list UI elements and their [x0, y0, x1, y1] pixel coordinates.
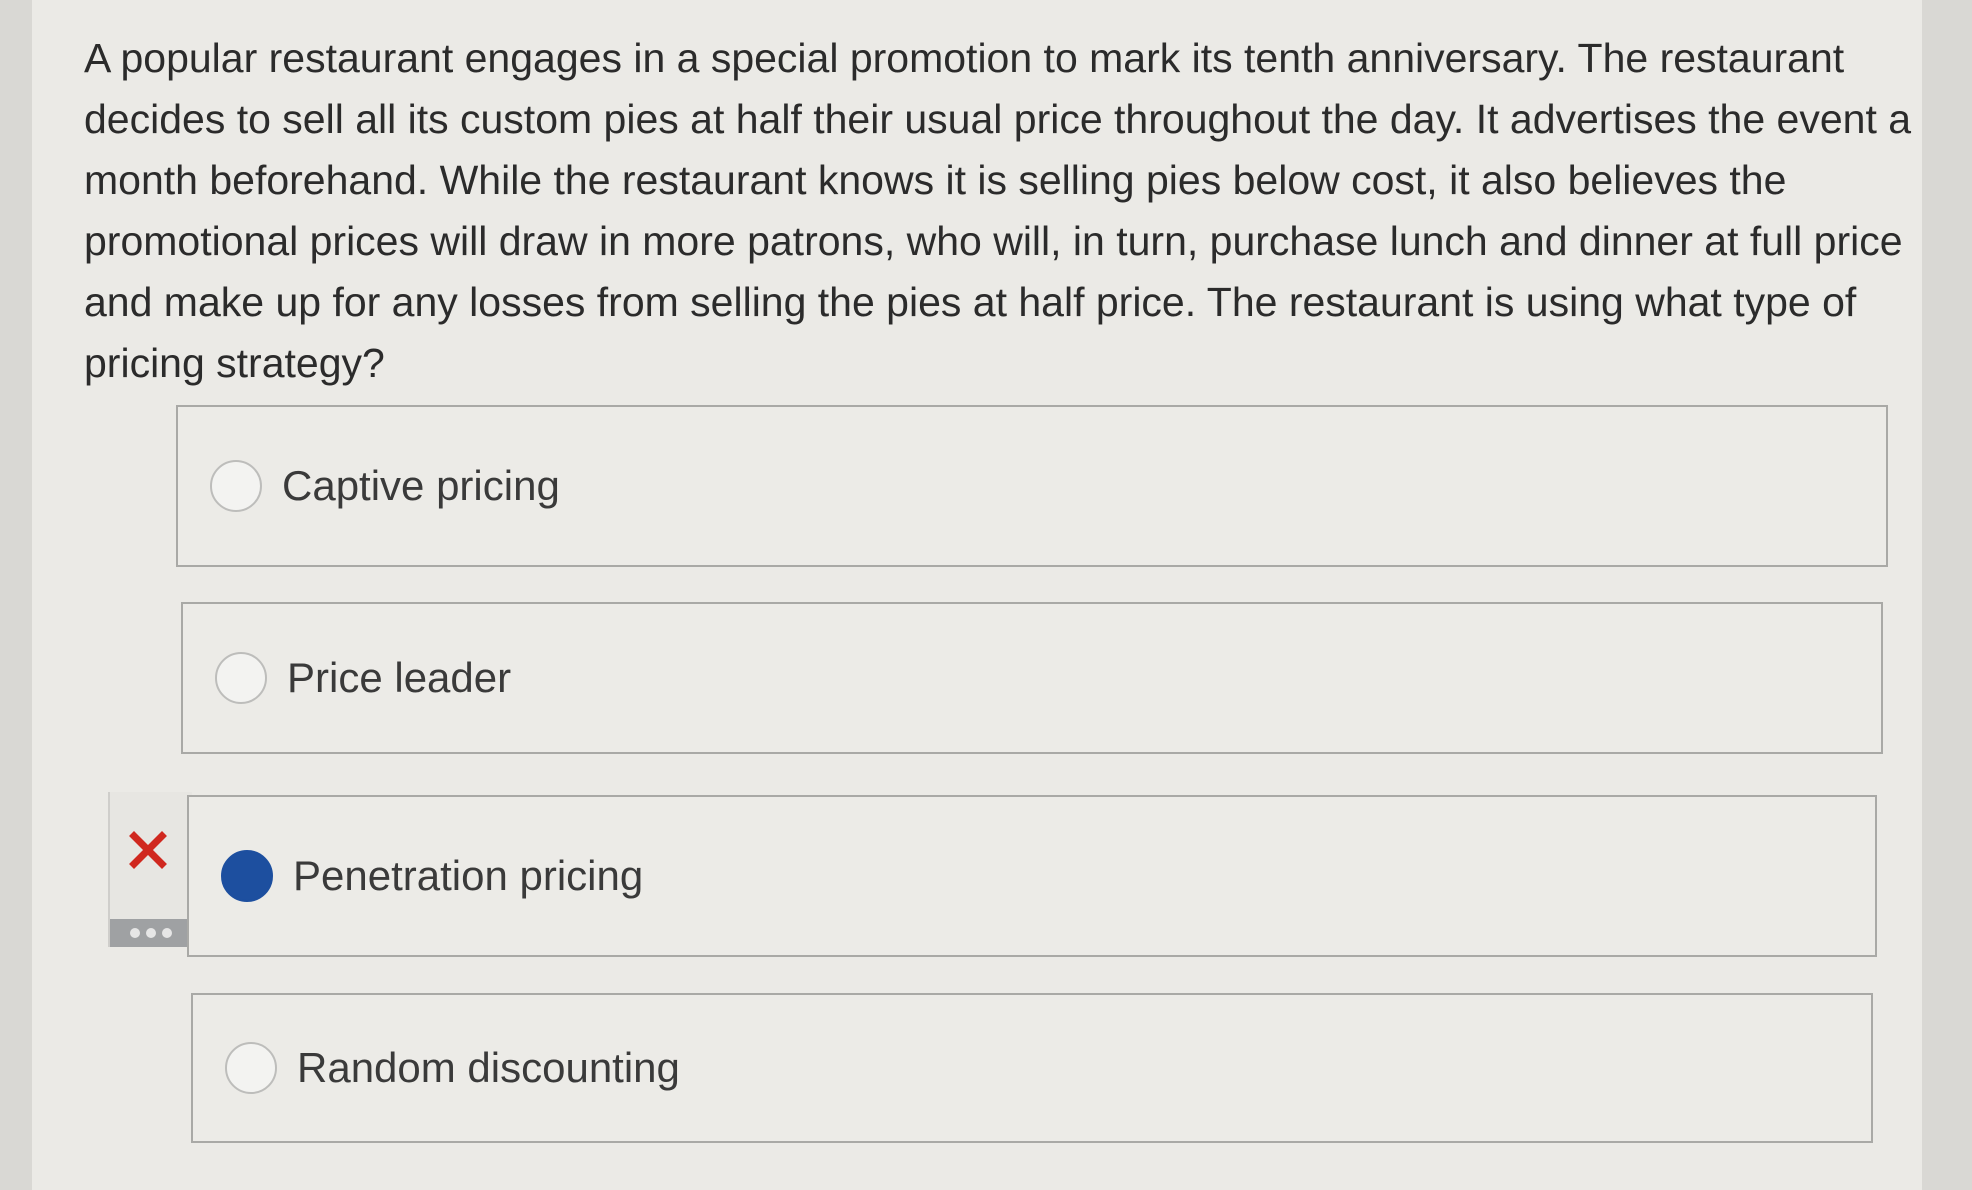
- choice-random-discounting[interactable]: Random discounting: [191, 993, 1873, 1143]
- choice-price-leader[interactable]: Price leader: [181, 602, 1883, 754]
- choice-label: Price leader: [287, 654, 512, 701]
- radio-button-selected[interactable]: [221, 850, 273, 902]
- quiz-page: A popular restaurant engages in a specia…: [32, 0, 1922, 1190]
- choice-label: Penetration pricing: [293, 852, 644, 899]
- choice-captive-pricing[interactable]: Captive pricing: [176, 405, 1888, 567]
- x-mark-icon: [129, 831, 167, 869]
- radio-button[interactable]: [215, 652, 267, 704]
- question-text: A popular restaurant engages in a specia…: [84, 35, 1912, 386]
- radio-button[interactable]: [225, 1042, 277, 1094]
- choice-label: Random discounting: [297, 1044, 680, 1091]
- answer-feedback-marker: [108, 792, 192, 947]
- choice-label: Captive pricing: [282, 462, 560, 509]
- more-options-icon[interactable]: [110, 919, 192, 947]
- radio-button[interactable]: [210, 460, 262, 512]
- choice-penetration-pricing[interactable]: Penetration pricing: [187, 795, 1877, 957]
